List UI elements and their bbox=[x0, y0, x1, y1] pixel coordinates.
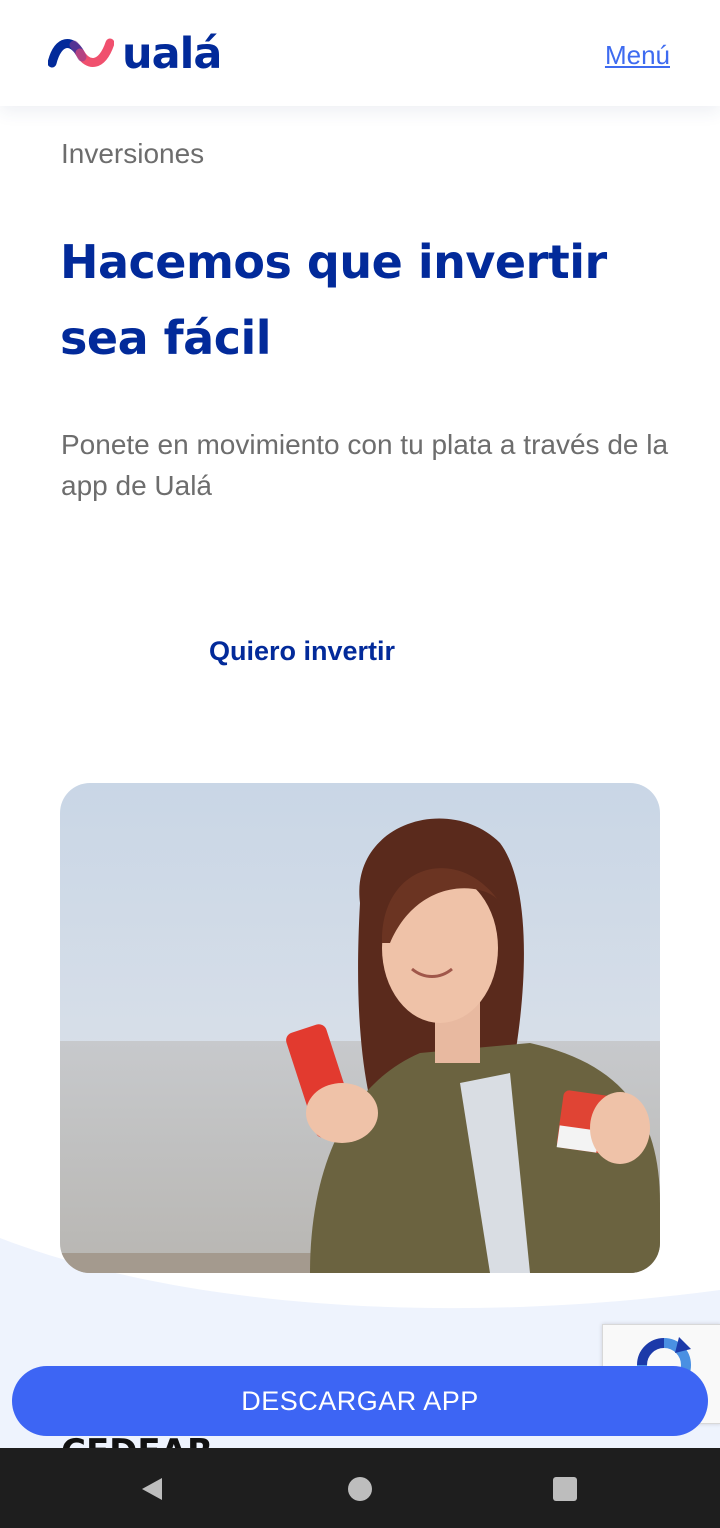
invest-cta-link[interactable]: Quiero invertir bbox=[209, 636, 395, 667]
site-header: ualá Menú bbox=[0, 0, 720, 106]
uala-wave-icon bbox=[48, 38, 114, 68]
home-circle-icon[interactable] bbox=[347, 1476, 373, 1502]
brand-wordmark: ualá bbox=[122, 28, 222, 79]
download-app-button[interactable]: DESCARGAR APP bbox=[12, 1366, 708, 1436]
hero-title: Hacemos que invertir sea fácil bbox=[60, 235, 607, 365]
recents-square-icon[interactable] bbox=[552, 1476, 578, 1502]
hero-subtitle: Ponete en movimiento con tu plata a trav… bbox=[61, 429, 669, 501]
back-triangle-icon[interactable] bbox=[140, 1476, 166, 1502]
section-eyebrow: Inversiones bbox=[61, 138, 205, 169]
hero-photo bbox=[60, 783, 660, 1273]
menu-link[interactable]: Menú bbox=[605, 40, 670, 71]
uala-logo[interactable]: ualá bbox=[48, 28, 222, 79]
system-nav-bar bbox=[0, 1448, 720, 1528]
